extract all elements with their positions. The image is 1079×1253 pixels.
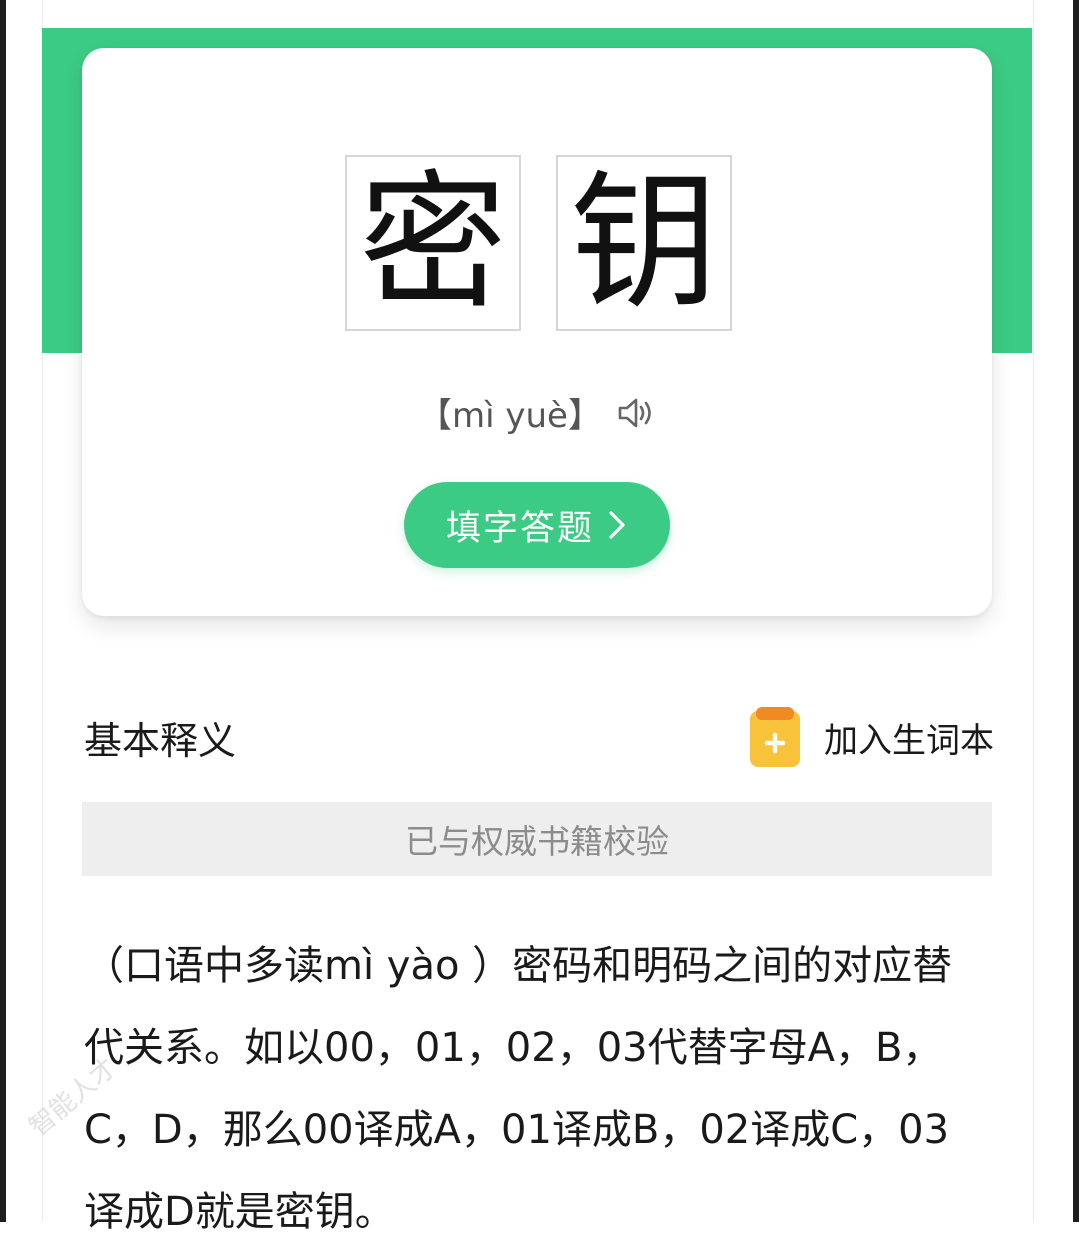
- verified-notice: 已与权威书籍校验: [82, 802, 992, 876]
- notebook-plus-icon: [748, 705, 802, 769]
- verified-text: 已与权威书籍校验: [405, 822, 669, 861]
- add-to-vocabulary-button[interactable]: 加入生词本: [748, 705, 994, 769]
- speaker-icon[interactable]: [616, 396, 656, 430]
- bezel-left: [0, 0, 6, 1222]
- character-box-1: 密: [345, 155, 521, 331]
- bezel-right: [1073, 0, 1079, 1222]
- word-card: 密 钥 【mì yuè】 填字答题: [82, 48, 992, 616]
- character-box-2: 钥: [556, 155, 732, 331]
- quiz-button-label: 填字答题: [445, 508, 594, 549]
- fill-in-quiz-button[interactable]: 填字答题: [404, 482, 670, 568]
- chevron-right-icon: [606, 508, 628, 542]
- pinyin-row: 【mì yuè】: [82, 388, 992, 437]
- definition-text: （口语中多读mì yào ）密码和明码之间的对应替代关系。如以00，01，02，…: [84, 943, 953, 1235]
- basic-definition-title: 基本释义: [84, 719, 237, 763]
- pinyin-text: 【mì yuè】: [418, 396, 602, 436]
- add-vocab-label: 加入生词本: [824, 720, 994, 761]
